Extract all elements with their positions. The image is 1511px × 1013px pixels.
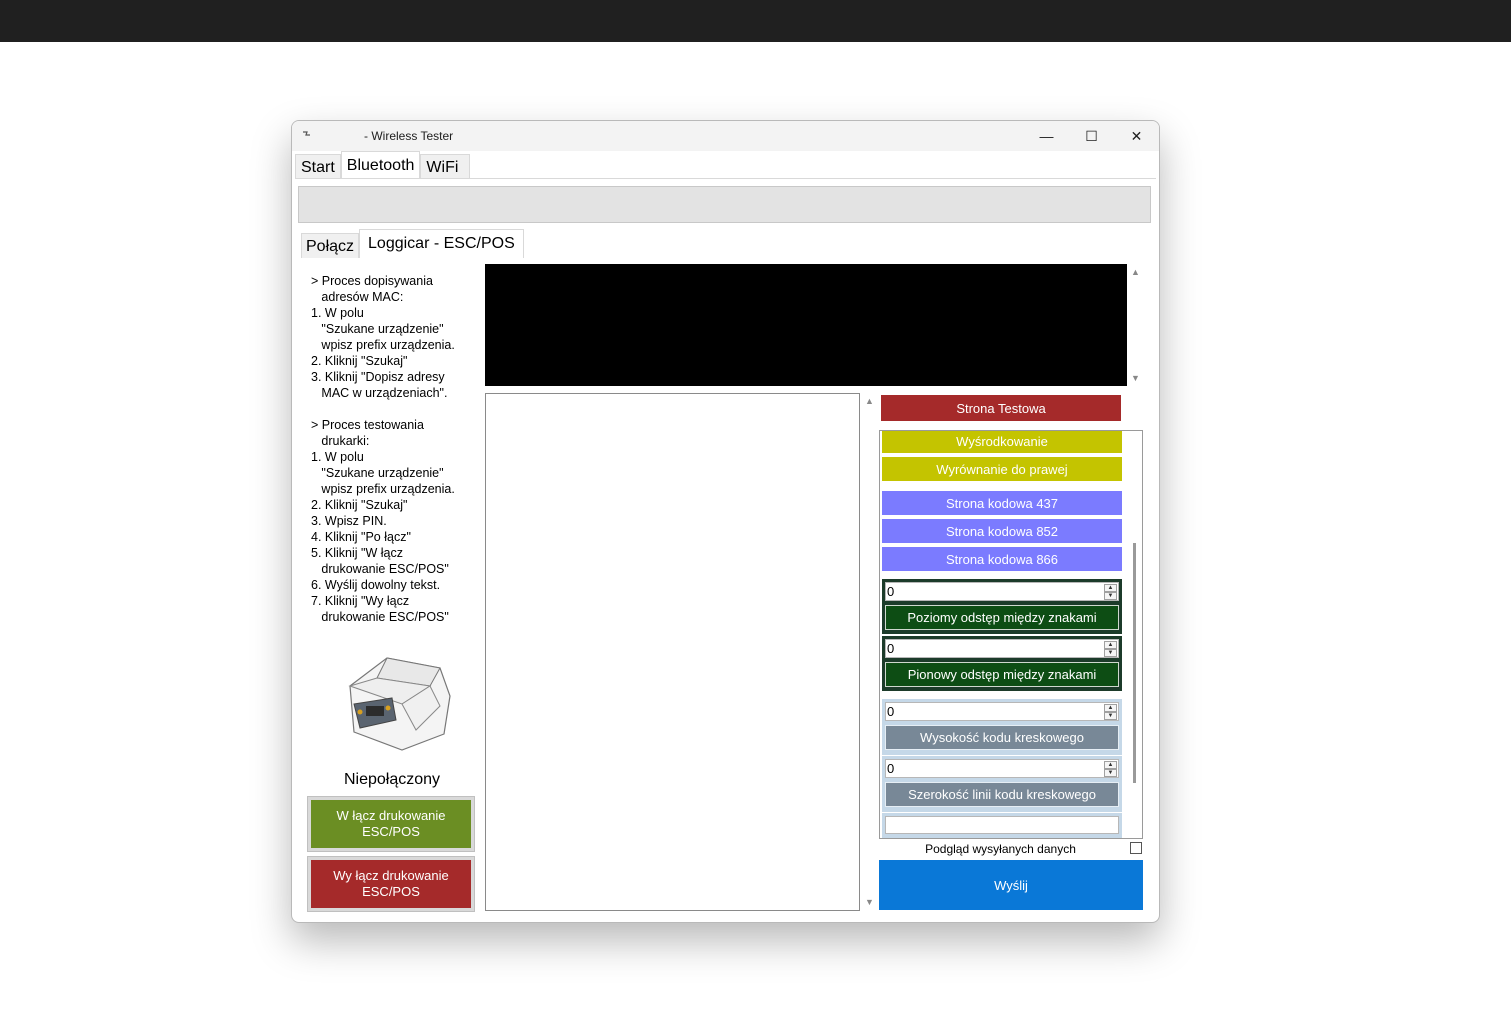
spin-down-icon[interactable]: ▼	[1104, 649, 1117, 657]
v-spacing-value: 0	[887, 641, 895, 656]
title-bar[interactable]: - Wireless Tester — ☐ ✕	[292, 121, 1159, 151]
send-button[interactable]: Wyślij	[879, 860, 1143, 910]
spin-up-icon[interactable]: ▲	[1104, 761, 1117, 769]
spin-up-icon[interactable]: ▲	[1104, 641, 1117, 649]
center-button[interactable]: Wyśrodkowanie	[882, 431, 1122, 453]
spin-down-icon[interactable]: ▼	[1104, 592, 1117, 600]
barcode-width-group: 0 ▲ ▼ Szerokość linii kodu kreskowego	[882, 756, 1122, 812]
printer-image	[348, 657, 451, 751]
h-spacing-input[interactable]: 0 ▲ ▼	[885, 582, 1119, 601]
tab-divider	[295, 178, 1156, 179]
spin-down-icon[interactable]: ▼	[1104, 769, 1117, 777]
connection-status: Niepołączony	[343, 771, 441, 788]
barcode-height-value: 0	[887, 704, 895, 719]
tab-wifi[interactable]: WiFi	[420, 154, 471, 179]
barcode-height-button[interactable]: Wysokość kodu kreskowego	[885, 725, 1119, 750]
extra-input[interactable]	[885, 816, 1119, 834]
h-spacing-button[interactable]: Poziomy odstęp między znakami	[885, 605, 1119, 630]
extra-group	[882, 813, 1122, 838]
v-spacing-input[interactable]: 0 ▲ ▼	[885, 639, 1119, 658]
header-panel	[298, 186, 1151, 223]
scroll-up-icon[interactable]: ▲	[1131, 267, 1140, 277]
window-title: - Wireless Tester	[364, 129, 454, 143]
scroll-down-icon[interactable]: ▼	[1131, 373, 1140, 383]
tab-start[interactable]: Start	[295, 154, 341, 179]
sub-tabs: Połącz Loggicar - ESC/POS	[301, 228, 524, 258]
tab-polacz[interactable]: Połącz	[301, 233, 360, 258]
main-tabs: Start Bluetooth WiFi	[295, 151, 471, 179]
panel-scrollbar[interactable]	[1133, 543, 1136, 783]
minimize-icon[interactable]: —	[1024, 121, 1069, 151]
app-icon	[303, 131, 310, 136]
maximize-icon[interactable]: ☐	[1069, 121, 1114, 151]
v-spacing-group: 0 ▲ ▼ Pionowy odstęp między znakami	[882, 636, 1122, 691]
top-bar	[0, 0, 1511, 42]
log-console	[485, 264, 1127, 386]
barcode-width-input[interactable]: 0 ▲ ▼	[885, 759, 1119, 778]
codepage-852-button[interactable]: Strona kodowa 852	[882, 519, 1122, 543]
barcode-width-value: 0	[887, 761, 895, 776]
message-textarea[interactable]	[485, 393, 860, 911]
app-window: - Wireless Tester — ☐ ✕ Start Bluetooth …	[291, 120, 1160, 923]
close-icon[interactable]: ✕	[1114, 121, 1159, 151]
spin-down-icon[interactable]: ▼	[1104, 712, 1117, 720]
h-spacing-group: 0 ▲ ▼ Poziomy odstęp między znakami	[882, 579, 1122, 634]
enable-escpos-button[interactable]: W łącz drukowanie ESC/POS	[307, 796, 475, 852]
preview-label: Podgląd wysyłanych danych	[925, 842, 1076, 856]
h-spacing-value: 0	[887, 584, 895, 599]
spin-up-icon[interactable]: ▲	[1104, 584, 1117, 592]
spin-up-icon[interactable]: ▲	[1104, 704, 1117, 712]
barcode-height-input[interactable]: 0 ▲ ▼	[885, 702, 1119, 721]
test-page-button[interactable]: Strona Testowa	[881, 395, 1121, 421]
scroll-down-icon[interactable]: ▼	[865, 897, 874, 907]
commands-panel: Wyśrodkowanie Wyrównanie do prawej Stron…	[879, 430, 1143, 839]
tab-bluetooth[interactable]: Bluetooth	[340, 151, 421, 179]
v-spacing-button[interactable]: Pionowy odstęp między znakami	[885, 662, 1119, 687]
tab-loggicar[interactable]: Loggicar - ESC/POS	[359, 229, 524, 258]
codepage-866-button[interactable]: Strona kodowa 866	[882, 547, 1122, 571]
preview-checkbox[interactable]	[1130, 842, 1142, 854]
instructions-text: > Proces dopisywania adresów MAC: 1. W p…	[311, 274, 455, 624]
disable-escpos-button[interactable]: Wy łącz drukowanie ESC/POS	[307, 856, 475, 912]
barcode-height-group: 0 ▲ ▼ Wysokość kodu kreskowego	[882, 699, 1122, 755]
codepage-437-button[interactable]: Strona kodowa 437	[882, 491, 1122, 515]
align-right-button[interactable]: Wyrównanie do prawej	[882, 457, 1122, 481]
barcode-width-button[interactable]: Szerokość linii kodu kreskowego	[885, 782, 1119, 807]
scroll-up-icon[interactable]: ▲	[865, 396, 874, 406]
